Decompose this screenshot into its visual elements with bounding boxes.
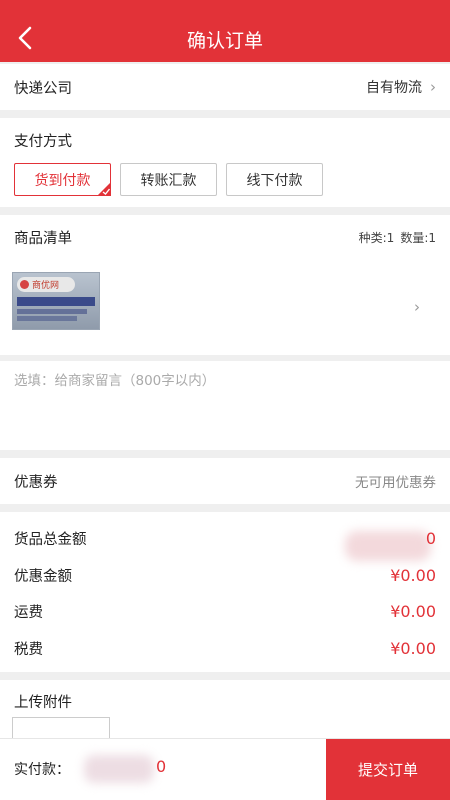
amount-label: 货品总金额 [14,531,87,548]
amount-row-shipping: 运费 ¥0.00 [14,593,436,629]
amounts-section: 货品总金额 0 优惠金额 ¥0.00 运费 ¥0.00 税费 ¥0.00 [0,512,450,672]
checkout-bar: 实付款： 0 提交订单 [0,738,450,800]
actual-payment-label: 实付款： [14,762,70,778]
product-logo: 商优网 [17,277,75,292]
amount-value: ¥0.00 [390,601,436,621]
message-section [0,361,450,450]
attachment-title: 上传附件 [14,695,72,711]
amount-value: 0 [345,529,436,561]
merchant-message-input[interactable] [14,369,434,439]
amount-value: ¥0.00 [390,638,436,658]
amount-row-tax: 税费 ¥0.00 [14,630,436,666]
coupon-label: 优惠券 [14,474,58,491]
chevron-right-icon: › [430,78,436,96]
redacted-blur [84,755,154,783]
submit-order-button[interactable]: 提交订单 [326,739,450,800]
payment-option-offline[interactable]: 线下付款 [226,163,323,196]
nav-bar: 确认订单 [0,14,450,62]
goods-count: 种类:1 数量:1 [353,229,436,246]
attachment-section: 上传附件 [0,680,450,738]
status-bar [0,0,450,14]
express-value: 自有物流 [366,80,422,96]
check-corner-icon [97,182,111,196]
goods-quantity: 数量:1 [400,230,436,245]
payment-option-label: 线下付款 [246,172,303,189]
payment-title: 支付方式 [14,134,72,150]
amount-label: 税费 [14,641,43,658]
coupon-row[interactable]: 优惠券 无可用优惠券 [0,458,450,504]
payment-option-label: 转账汇款 [140,172,197,189]
goods-kinds: 种类:1 [358,230,395,245]
amount-label: 运费 [14,604,43,621]
express-label: 快递公司 [14,80,72,97]
payment-option-cod[interactable]: 货到付款 [14,163,111,196]
coupon-value: 无可用优惠券 [355,475,436,491]
payment-option-transfer[interactable]: 转账汇款 [120,163,217,196]
amount-label: 优惠金额 [14,568,72,585]
amount-row-total: 货品总金额 0 [14,520,436,561]
payment-method-section: 支付方式 货到付款 转账汇款 线下付款 [0,118,450,207]
payment-options: 货到付款 转账汇款 线下付款 [14,163,323,196]
redacted-blur [345,530,431,561]
payment-option-label: 货到付款 [34,172,91,189]
amount-row-discount: 优惠金额 ¥0.00 [14,557,436,593]
actual-payment-amount: 0 [80,751,180,789]
upload-attachment-box[interactable] [12,717,110,738]
amount-value: ¥0.00 [390,565,436,585]
goods-title: 商品清单 [14,230,72,247]
chevron-right-icon[interactable]: › [414,298,420,316]
page-title: 确认订单 [186,30,263,52]
goods-list-section: 商品清单 种类:1 数量:1 商优网 › [0,215,450,355]
express-company-row[interactable]: 快递公司 自有物流 › [0,64,450,110]
product-thumbnail[interactable]: 商优网 [12,272,100,330]
